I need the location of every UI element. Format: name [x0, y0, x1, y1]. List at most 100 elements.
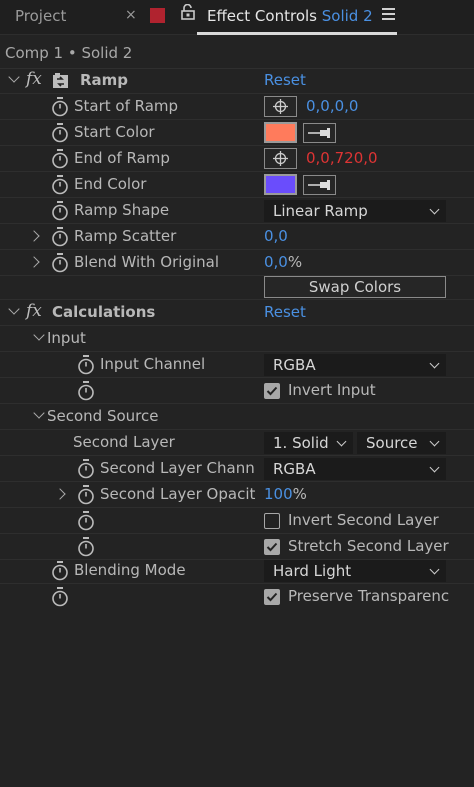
input-channel-dropdown[interactable]: RGBA [264, 354, 446, 376]
tab-project[interactable]: Project [15, 7, 66, 25]
prop-second-layer: Second Layer 1. Solid Source [0, 430, 474, 456]
checkmark-icon [266, 542, 278, 552]
prop-label: Start of Ramp [74, 97, 179, 115]
end-color-swatch[interactable] [264, 174, 297, 195]
eyedropper-button[interactable] [303, 175, 336, 195]
group-label: Second Source [47, 407, 159, 425]
prop-label: End of Ramp [74, 149, 170, 167]
checkbox-label: Invert Second Layer [288, 511, 439, 529]
eyedropper-button[interactable] [303, 123, 336, 143]
point-picker-button[interactable] [264, 96, 297, 117]
fx-icon[interactable]: fx [26, 301, 42, 321]
stopwatch-icon[interactable] [51, 149, 69, 169]
prop-label: Ramp Shape [74, 201, 170, 219]
checkmark-icon [266, 592, 278, 602]
stopwatch-icon[interactable] [51, 201, 69, 221]
stopwatch-icon[interactable] [77, 485, 95, 505]
stopwatch-icon[interactable] [51, 175, 69, 195]
eyedropper-icon [308, 180, 330, 190]
effect-calculations-header[interactable]: fx Calculations Reset [0, 300, 474, 326]
prop-label: Start Color [74, 123, 155, 141]
end-of-ramp-value[interactable]: 0,0,720,0 [306, 149, 378, 167]
swap-colors-button[interactable]: Swap Colors [264, 276, 446, 298]
prop-label: Input Channel [100, 355, 206, 373]
invert-second-layer-checkbox[interactable] [264, 513, 280, 529]
dropdown-value: Linear Ramp [273, 202, 368, 220]
stopwatch-icon[interactable] [51, 587, 69, 607]
invert-input-checkbox[interactable] [264, 383, 280, 399]
second-layer-opacity-field[interactable]: 100% [264, 485, 307, 503]
checkbox-label: Invert Input [288, 381, 376, 399]
effect-ramp-header[interactable]: fx Ramp Reset [0, 68, 474, 94]
stopwatch-icon[interactable] [51, 97, 69, 117]
prop-blending-mode: Blending Mode Hard Light [0, 558, 474, 584]
dropdown-value: 1. Solid [273, 434, 329, 452]
chevron-right-icon[interactable] [28, 230, 40, 242]
stopwatch-icon[interactable] [51, 561, 69, 581]
crosshair-icon [273, 99, 288, 114]
stopwatch-icon[interactable] [77, 459, 95, 479]
tab-effect-controls-label: Effect Controls [207, 7, 317, 25]
comp-layer-path: Comp 1 • Solid 2 [5, 44, 133, 62]
prop-label: Blend With Original [74, 253, 220, 271]
ramp-shape-dropdown[interactable]: Linear Ramp [264, 200, 446, 222]
prop-swap-colors: Swap Colors [0, 274, 474, 300]
chevron-down-icon[interactable] [8, 71, 20, 83]
stopwatch-icon[interactable] [77, 537, 95, 557]
tab-layer-name: Solid 2 [321, 7, 373, 25]
chevron-down-icon [429, 436, 440, 447]
stopwatch-icon[interactable] [51, 253, 69, 273]
tab-effect-controls[interactable]: Effect Controls Solid 2 [207, 7, 373, 25]
preserve-transparency-checkbox[interactable] [264, 589, 280, 605]
prop-label: Second Layer Opacit [100, 485, 256, 503]
crosshair-icon [273, 151, 288, 166]
prop-label: Second Layer [73, 433, 175, 451]
stretch-second-layer-checkbox[interactable] [264, 539, 280, 555]
second-layer-source-dropdown[interactable]: Source [357, 432, 446, 454]
stopwatch-icon[interactable] [77, 355, 95, 375]
stopwatch-icon[interactable] [51, 123, 69, 143]
effect-name: Calculations [52, 303, 156, 321]
prop-blend-with-original: Blend With Original 0,0% [0, 250, 474, 276]
prop-label: Ramp Scatter [74, 227, 177, 245]
stopwatch-icon[interactable] [77, 511, 95, 531]
unlock-icon[interactable] [181, 4, 195, 20]
prop-second-layer-opacity: Second Layer Opacit 100% [0, 482, 474, 508]
prop-invert-input: Invert Input [0, 378, 474, 404]
chevron-right-icon[interactable] [28, 256, 40, 268]
chevron-down-icon[interactable] [33, 407, 45, 419]
prop-invert-second-layer: Invert Second Layer [0, 508, 474, 534]
panel-menu-icon[interactable] [382, 8, 395, 21]
chevron-right-icon[interactable] [54, 488, 66, 500]
stopwatch-icon[interactable] [51, 227, 69, 247]
checkbox-label: Stretch Second Layer [288, 537, 449, 555]
layer-color-swatch [150, 8, 165, 23]
dropdown-value: Source [366, 434, 418, 452]
second-layer-channel-dropdown[interactable]: RGBA [264, 458, 446, 480]
panel-tab-bar: Project × Effect Controls Solid 2 [0, 0, 474, 35]
start-of-ramp-value[interactable]: 0,0,0,0 [306, 97, 358, 115]
percent-unit: % [287, 253, 303, 271]
percent-unit: % [292, 485, 307, 503]
prop-preserve-transparency: Preserve Transparenc [0, 584, 474, 610]
dropdown-value: RGBA [273, 356, 316, 374]
blending-mode-dropdown[interactable]: Hard Light [264, 560, 446, 582]
chevron-down-icon[interactable] [33, 329, 45, 341]
active-tab-indicator [197, 32, 397, 35]
group-second-source[interactable]: Second Source [0, 404, 474, 430]
start-color-swatch[interactable] [264, 122, 297, 143]
ramp-reset-button[interactable]: Reset [264, 71, 306, 89]
stopwatch-icon[interactable] [77, 381, 95, 401]
chevron-down-icon [429, 204, 440, 215]
chevron-down-icon[interactable] [8, 303, 20, 315]
calculations-reset-button[interactable]: Reset [264, 303, 306, 321]
ramp-scatter-value[interactable]: 0,0 [264, 227, 288, 245]
point-picker-button[interactable] [264, 148, 297, 169]
second-layer-dropdown[interactable]: 1. Solid [264, 432, 353, 454]
fx-icon[interactable]: fx [26, 69, 42, 89]
prop-ramp-shape: Ramp Shape Linear Ramp [0, 198, 474, 224]
close-tab-icon[interactable]: × [125, 7, 137, 23]
dropdown-value: RGBA [273, 460, 316, 478]
blend-with-original-field[interactable]: 0,0% [264, 253, 302, 271]
group-input[interactable]: Input [0, 326, 474, 352]
